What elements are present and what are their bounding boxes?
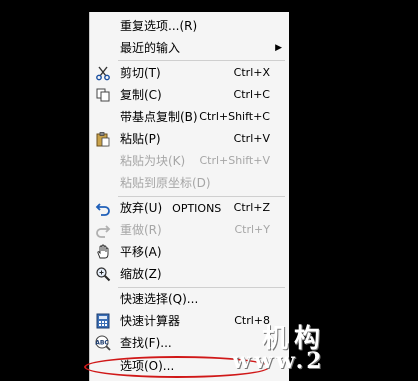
undo-options-text: OPTIONS (172, 202, 222, 215)
zoom-icon (95, 266, 111, 282)
menu-item-shortcut: Ctrl+Y (234, 223, 270, 236)
menu-item-paste[interactable]: 粘贴(P) Ctrl+V (90, 128, 290, 150)
menu-item-shortcut: Ctrl+X (233, 66, 270, 79)
hand-icon (95, 244, 111, 260)
menu-item-label: 最近的输入 (120, 41, 181, 55)
menu-item-label: 快速选择(Q)... (120, 292, 199, 306)
menu-item-label: 粘贴(P) (120, 132, 161, 146)
menu-item-paste-as-block: 粘贴为块(K) Ctrl+Shift+V (90, 150, 290, 172)
submenu-arrow-icon: ▶ (275, 43, 282, 53)
menu-item-zoom[interactable]: 缩放(Z) (90, 263, 290, 285)
menu-item-redo: 重做(R) Ctrl+Y (90, 219, 290, 241)
menu-item-copy[interactable]: 复制(C) Ctrl+C (90, 84, 290, 106)
menu-item-paste-to-original-coords: 粘贴到原坐标(D) (90, 172, 290, 194)
menu-item-label: 粘贴到原坐标(D) (120, 176, 211, 190)
undo-icon (95, 200, 111, 216)
find-abc-icon: ABC (95, 335, 111, 351)
menu-item-label: 复制(C) (120, 88, 162, 102)
redo-icon (95, 222, 111, 238)
clipboard-icon (95, 131, 111, 147)
copy-icon (95, 87, 111, 103)
menu-item-label: 快速计算器 (120, 314, 181, 328)
menu-item-label: 重复选项...(R) (120, 19, 198, 33)
scissors-icon (95, 65, 111, 81)
calculator-icon (95, 313, 111, 329)
menu-item-shortcut: Ctrl+V (233, 132, 270, 145)
menu-item-cut[interactable]: 剪切(T) Ctrl+X (90, 62, 290, 84)
menu-item-pan[interactable]: 平移(A) (90, 241, 290, 263)
menu-item-copy-with-base-point[interactable]: 带基点复制(B) Ctrl+Shift+C (90, 106, 290, 128)
watermark: 机构 www.2 (232, 318, 418, 381)
menu-item-quick-select[interactable]: 快速选择(Q)... (90, 288, 290, 310)
menu-separator (118, 60, 285, 61)
menu-item-label: 缩放(Z) (120, 267, 162, 281)
menu-item-undo[interactable]: 放弃(U) OPTIONS Ctrl+Z (90, 197, 290, 219)
menu-item-label: 查找(F)... (120, 336, 172, 350)
menu-item-label: 重做(R) (120, 223, 162, 237)
menu-item-shortcut: Ctrl+Shift+C (199, 110, 270, 123)
menu-item-recent-input[interactable]: 最近的输入 ▶ (90, 37, 290, 59)
watermark-url: www.2 (232, 348, 325, 374)
menu-item-label: 平移(A) (120, 245, 162, 259)
menu-item-shortcut: Ctrl+Shift+V (199, 154, 270, 167)
menu-item-label: 带基点复制(B) (120, 110, 198, 124)
menu-item-label: 粘贴为块(K) (120, 154, 186, 168)
svg-text:ABC: ABC (95, 340, 109, 347)
menu-item-shortcut: Ctrl+C (233, 88, 270, 101)
menu-item-label: 放弃(U) OPTIONS (120, 201, 222, 215)
menu-item-repeat-options[interactable]: 重复选项...(R) (90, 15, 290, 37)
menu-item-label: 剪切(T) (120, 66, 161, 80)
menu-item-shortcut: Ctrl+Z (233, 201, 270, 214)
